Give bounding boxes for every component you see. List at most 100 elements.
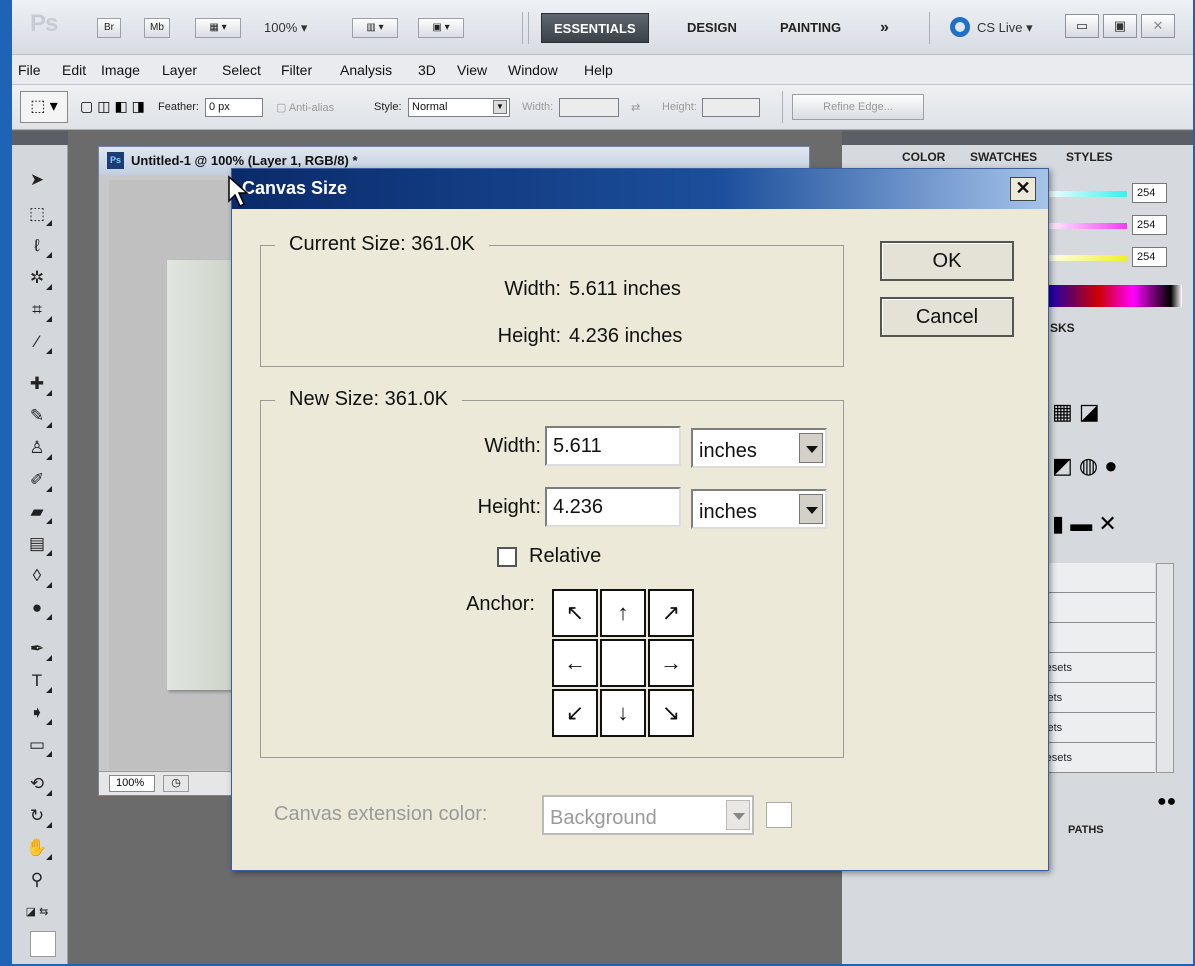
pen-tool-icon[interactable]: ✒ [24,636,52,662]
color-spectrum-bar[interactable] [1042,285,1182,307]
height-input[interactable] [702,98,760,117]
arrange-documents-icon[interactable]: ▥ ▾ [352,18,398,38]
blur-tool-icon[interactable]: ◊ [24,563,52,589]
menu-edit[interactable]: Edit [62,62,86,78]
extras-menu-icon[interactable]: ▦ ▾ [195,18,241,38]
marquee-tool-icon[interactable]: ⬚ [24,201,52,227]
height-input[interactable]: 4.236 [545,487,681,527]
color-slider-yellow[interactable]: 254 [1042,247,1167,267]
refine-edge-button[interactable]: Refine Edge... [792,94,924,120]
menu-3d[interactable]: 3D [418,62,436,78]
more-workspaces-button[interactable]: » [868,13,901,43]
tab-styles[interactable]: STYLES [1066,150,1113,164]
lasso-tool-icon[interactable]: ℓ [24,233,52,259]
selection-mode-icons[interactable]: ▢◫◧◨ [80,98,149,115]
zoom-level-menu[interactable]: 100% ▾ [264,20,307,36]
menu-select[interactable]: Select [222,62,261,78]
maximize-icon[interactable]: ▣ [1103,14,1137,38]
move-tool-icon[interactable]: ➤ [24,167,50,193]
cs-live-menu[interactable]: CS Live ▾ [977,20,1033,36]
hand-tool-icon[interactable]: ✋ [24,835,52,861]
color-slider-cyan[interactable]: 254 [1042,183,1167,203]
foreground-color-swatch[interactable] [30,931,56,957]
menu-file[interactable]: File [18,62,41,78]
anti-alias-checkbox[interactable]: ▢ Anti-alias [276,101,334,114]
anchor-bottom-icon[interactable]: ↓ [600,689,646,737]
relative-checkbox[interactable] [497,547,517,567]
menu-view[interactable]: View [457,62,487,78]
tab-paths[interactable]: PATHS [1068,824,1104,836]
style-select[interactable]: Normal ▼ [408,98,510,117]
tab-swatches[interactable]: SWATCHES [970,150,1037,164]
workspace-painting[interactable]: PAINTING [768,13,853,43]
eyedropper-tool-icon[interactable]: ⁄ [24,329,52,355]
mini-bridge-button[interactable]: Mb [144,18,170,38]
list-item[interactable]: resets [1042,743,1155,773]
height-unit-select[interactable]: inches [691,489,827,529]
workspace-design[interactable]: DESIGN [675,13,749,43]
list-item[interactable]: resets [1042,653,1155,683]
list-item[interactable] [1042,563,1155,593]
3d-rotate-tool-icon[interactable]: ⟲ [24,771,52,797]
anchor-bottom-right-icon[interactable]: ↘ [648,689,694,737]
gradient-tool-icon[interactable]: ▤ [24,531,52,557]
crop-tool-icon[interactable]: ⌗ [24,297,52,323]
menu-analysis[interactable]: Analysis [340,62,392,78]
list-item[interactable] [1042,593,1155,623]
color-slider-magenta[interactable]: 254 [1042,215,1167,235]
minimize-icon[interactable]: ▭ [1065,14,1099,38]
tab-color[interactable]: COLOR [902,150,945,164]
rectangle-tool-icon[interactable]: ▭ [24,732,52,758]
3d-orbit-tool-icon[interactable]: ↻ [24,803,52,829]
clone-stamp-tool-icon[interactable]: ♙ [24,435,52,461]
menu-help[interactable]: Help [584,62,613,78]
screen-mode-icon[interactable]: ▣ ▾ [418,18,464,38]
eraser-tool-icon[interactable]: ▰ [24,499,52,525]
document-zoom-field[interactable]: 100% [109,775,155,792]
default-colors-icon[interactable]: ◪ ⇆ [24,899,50,925]
anchor-left-icon[interactable]: ← [552,639,598,687]
path-selection-tool-icon[interactable]: ➧ [24,700,52,726]
healing-brush-tool-icon[interactable]: ✚ [24,371,52,397]
anchor-top-right-icon[interactable]: ↗ [648,589,694,637]
anchor-right-icon[interactable]: → [648,639,694,687]
cancel-button[interactable]: Cancel [880,297,1014,337]
anchor-top-icon[interactable]: ↑ [600,589,646,637]
canvas-extension-color-select[interactable]: Background [542,795,754,835]
panel-footer-icon[interactable]: ●● [1157,793,1176,811]
anchor-bottom-left-icon[interactable]: ↙ [552,689,598,737]
slider-value[interactable]: 254 [1132,247,1167,267]
tab-masks[interactable]: SKS [1050,321,1075,335]
width-input[interactable]: 5.611 [545,426,681,466]
anchor-center[interactable] [600,639,646,687]
list-item[interactable]: sets [1042,683,1155,713]
swap-icon[interactable]: ⇄ [631,101,640,114]
slider-value[interactable]: 254 [1132,215,1167,235]
list-item[interactable] [1042,623,1155,653]
menu-filter[interactable]: Filter [281,62,312,78]
close-icon[interactable]: ✕ [1010,177,1036,201]
panel-scrollbar[interactable] [1156,563,1174,773]
adjustment-icons-row3[interactable]: ▮ ▬ ✕ [1052,511,1117,537]
extension-color-swatch[interactable] [766,802,792,828]
close-app-icon[interactable]: ✕ [1141,14,1175,38]
width-input[interactable] [559,98,619,117]
brush-tool-icon[interactable]: ✎ [24,403,52,429]
adjustment-icons-row2[interactable]: ◩ ◍ ● [1052,453,1118,479]
list-item[interactable]: sets [1042,713,1155,743]
type-tool-icon[interactable]: T [24,668,52,694]
menu-window[interactable]: Window [508,62,558,78]
dodge-tool-icon[interactable]: ● [24,595,52,621]
menu-image[interactable]: Image [101,62,140,78]
bridge-button[interactable]: Br [97,18,121,38]
menu-layer[interactable]: Layer [162,62,197,78]
width-unit-select[interactable]: inches [691,428,827,468]
workspace-essentials[interactable]: ESSENTIALS [541,13,649,43]
zoom-tool-icon[interactable]: ⚲ [24,867,50,893]
ok-button[interactable]: OK [880,241,1014,281]
dialog-title-bar[interactable]: Canvas Size ✕ [232,169,1048,209]
anchor-top-left-icon[interactable]: ↖ [552,589,598,637]
feather-input[interactable]: 0 px [205,98,263,117]
status-menu-icon[interactable]: ◷ [163,775,189,792]
history-brush-tool-icon[interactable]: ✐ [24,467,52,493]
